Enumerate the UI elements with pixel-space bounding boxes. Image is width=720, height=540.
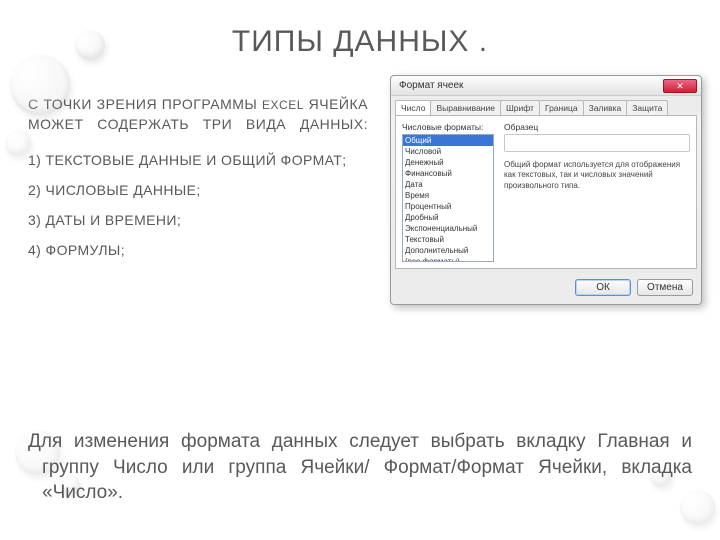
format-option[interactable]: Текстовый xyxy=(403,234,493,245)
format-option[interactable]: (все форматы) xyxy=(403,256,493,262)
tab-number[interactable]: Число xyxy=(395,100,431,115)
ok-button[interactable]: ОК xyxy=(575,279,631,296)
tab-border[interactable]: Граница xyxy=(539,100,584,115)
formats-listbox[interactable]: Общий Числовой Денежный Финансовый Дата … xyxy=(402,134,494,262)
dialog-body: Числовые форматы: Общий Числовой Денежны… xyxy=(395,115,697,269)
intro-text: С ТОЧКИ ЗРЕНИЯ ПРОГРАММЫ EXCEL ЯЧЕЙКА МО… xyxy=(28,95,368,134)
format-option[interactable]: Дополнительный xyxy=(403,245,493,256)
tab-protection[interactable]: Защита xyxy=(626,100,668,115)
tab-fill[interactable]: Заливка xyxy=(583,100,628,115)
format-option[interactable]: Числовой xyxy=(403,146,493,157)
slide: ТИПЫ ДАННЫХ . С ТОЧКИ ЗРЕНИЯ ПРОГРАММЫ E… xyxy=(0,0,720,540)
type-item: 4) ФОРМУЛЫ; xyxy=(28,242,368,258)
page-title: ТИПЫ ДАННЫХ . xyxy=(28,25,692,59)
type-item: 3) ДАТЫ И ВРЕМЕНИ; xyxy=(28,212,368,228)
dialog-title: Формат ячеек xyxy=(399,80,463,91)
close-icon: ✕ xyxy=(676,81,684,91)
sample-box xyxy=(504,134,690,152)
format-cells-dialog: Формат ячеек ✕ Число Выравнивание Шрифт … xyxy=(390,75,702,305)
type-item: 1) ТЕКСТОВЫЕ ДАННЫЕ И ОБЩИЙ ФОРМАТ; xyxy=(28,152,368,168)
dialog-tabs: Число Выравнивание Шрифт Граница Заливка… xyxy=(391,96,701,115)
format-option[interactable]: Денежный xyxy=(403,157,493,168)
cancel-button[interactable]: Отмена xyxy=(637,279,693,296)
intro-pre: С ТОЧКИ ЗРЕНИЯ ПРОГРАММЫ xyxy=(28,96,262,112)
close-button[interactable]: ✕ xyxy=(663,79,697,93)
sample-area: Образец Общий формат используется для от… xyxy=(504,122,690,191)
sample-description: Общий формат используется для отображени… xyxy=(504,160,690,191)
format-option[interactable]: Экспоненциальный xyxy=(403,223,493,234)
left-column: С ТОЧКИ ЗРЕНИЯ ПРОГРАММЫ EXCEL ЯЧЕЙКА МО… xyxy=(28,81,368,272)
format-option[interactable]: Общий xyxy=(403,135,493,146)
dialog-buttons: ОК Отмена xyxy=(391,273,701,304)
footer-note: Для изменения формата данных следует выб… xyxy=(28,429,692,506)
decor-drop xyxy=(5,130,31,156)
sample-label: Образец xyxy=(504,122,690,132)
format-option[interactable]: Дата xyxy=(403,179,493,190)
format-option[interactable]: Финансовый xyxy=(403,168,493,179)
dialog-titlebar: Формат ячеек ✕ xyxy=(391,76,701,96)
type-item: 2) ЧИСЛОВЫЕ ДАННЫЕ; xyxy=(28,182,368,198)
tab-alignment[interactable]: Выравнивание xyxy=(430,100,501,115)
tab-font[interactable]: Шрифт xyxy=(500,100,540,115)
intro-excel: EXCEL xyxy=(262,98,304,112)
types-list: 1) ТЕКСТОВЫЕ ДАННЫЕ И ОБЩИЙ ФОРМАТ; 2) Ч… xyxy=(28,152,368,258)
format-option[interactable]: Процентный xyxy=(403,201,493,212)
format-option[interactable]: Время xyxy=(403,190,493,201)
format-option[interactable]: Дробный xyxy=(403,212,493,223)
